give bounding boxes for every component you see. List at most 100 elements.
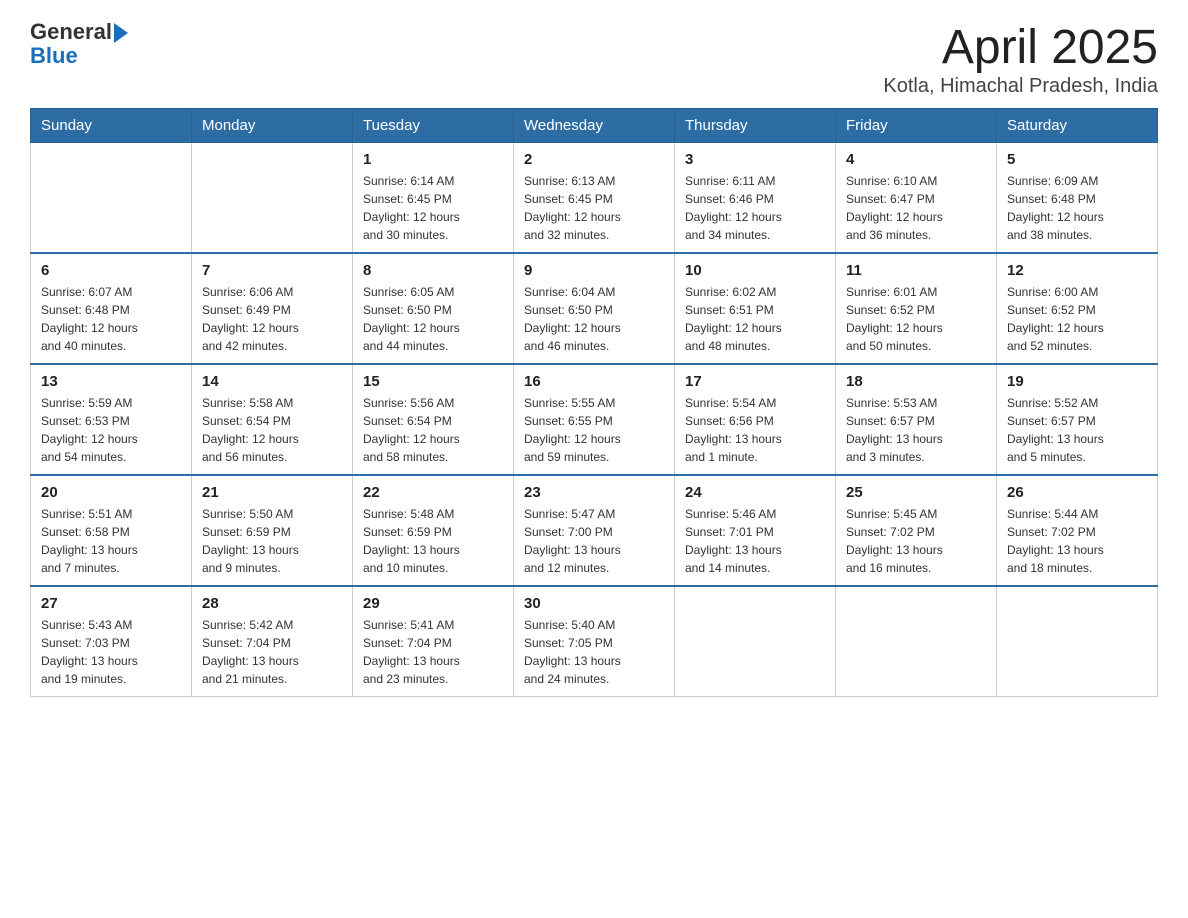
- table-row: 4 Sunrise: 6:10 AMSunset: 6:47 PMDaylight…: [836, 143, 997, 254]
- page-subtitle: Kotla, Himachal Pradesh, India: [883, 75, 1158, 98]
- table-row: [997, 586, 1158, 697]
- table-row: 15 Sunrise: 5:56 AMSunset: 6:54 PMDayligh…: [353, 364, 514, 475]
- table-row: 30Sunrise: 5:40 AMSunset: 7:05 PMDayligh…: [514, 586, 675, 697]
- table-row: [836, 586, 997, 697]
- calendar-week-row: 13 Sunrise: 5:59 AMSunset: 6:53 PMDayligh…: [31, 364, 1158, 475]
- day-number: 6: [41, 262, 181, 279]
- day-number: 18: [846, 373, 986, 390]
- day-number: 15: [363, 373, 503, 390]
- table-row: 12Sunrise: 6:00 AMSunset: 6:52 PMDayligh…: [997, 253, 1158, 364]
- day-number: 14: [202, 373, 342, 390]
- table-row: 8 Sunrise: 6:05 AMSunset: 6:50 PMDaylight…: [353, 253, 514, 364]
- day-number: 9: [524, 262, 664, 279]
- day-number: 28: [202, 595, 342, 612]
- calendar-week-row: 1Sunrise: 6:14 AMSunset: 6:45 PMDaylight…: [31, 143, 1158, 254]
- day-info: Sunrise: 6:13 AMSunset: 6:45 PMDaylight:…: [524, 172, 664, 244]
- day-info: Sunrise: 6:01 AMSunset: 6:52 PMDaylight:…: [846, 283, 986, 355]
- logo-text-blue: Blue: [30, 43, 78, 68]
- table-row: 9 Sunrise: 6:04 AMSunset: 6:50 PMDaylight…: [514, 253, 675, 364]
- day-number: 8: [363, 262, 503, 279]
- day-info: Sunrise: 6:09 AMSunset: 6:48 PMDaylight:…: [1007, 172, 1147, 244]
- day-info: Sunrise: 5:43 AMSunset: 7:03 PMDaylight:…: [41, 616, 181, 688]
- table-row: 7 Sunrise: 6:06 AMSunset: 6:49 PMDaylight…: [192, 253, 353, 364]
- table-row: 29 Sunrise: 5:41 AMSunset: 7:04 PMDayligh…: [353, 586, 514, 697]
- day-number: 27: [41, 595, 181, 612]
- col-saturday: Saturday: [997, 109, 1158, 143]
- day-info: Sunrise: 5:52 AMSunset: 6:57 PMDaylight:…: [1007, 394, 1147, 466]
- day-number: 11: [846, 262, 986, 279]
- day-info: Sunrise: 5:48 AMSunset: 6:59 PMDaylight:…: [363, 505, 503, 577]
- table-row: 28 Sunrise: 5:42 AMSunset: 7:04 PMDayligh…: [192, 586, 353, 697]
- table-row: 11 Sunrise: 6:01 AMSunset: 6:52 PMDayligh…: [836, 253, 997, 364]
- table-row: [192, 143, 353, 254]
- table-row: 13 Sunrise: 5:59 AMSunset: 6:53 PMDayligh…: [31, 364, 192, 475]
- day-number: 13: [41, 373, 181, 390]
- day-info: Sunrise: 5:46 AMSunset: 7:01 PMDaylight:…: [685, 505, 825, 577]
- table-row: 18 Sunrise: 5:53 AMSunset: 6:57 PMDayligh…: [836, 364, 997, 475]
- table-row: [675, 586, 836, 697]
- table-row: 14Sunrise: 5:58 AMSunset: 6:54 PMDayligh…: [192, 364, 353, 475]
- page-title: April 2025: [883, 20, 1158, 75]
- calendar-table: Sunday Monday Tuesday Wednesday Thursday…: [30, 108, 1158, 697]
- day-info: Sunrise: 5:41 AMSunset: 7:04 PMDaylight:…: [363, 616, 503, 688]
- table-row: 10Sunrise: 6:02 AMSunset: 6:51 PMDayligh…: [675, 253, 836, 364]
- col-monday: Monday: [192, 109, 353, 143]
- table-row: 23Sunrise: 5:47 AMSunset: 7:00 PMDayligh…: [514, 475, 675, 586]
- table-row: 26Sunrise: 5:44 AMSunset: 7:02 PMDayligh…: [997, 475, 1158, 586]
- day-number: 17: [685, 373, 825, 390]
- day-number: 3: [685, 151, 825, 168]
- table-row: 16 Sunrise: 5:55 AMSunset: 6:55 PMDayligh…: [514, 364, 675, 475]
- col-wednesday: Wednesday: [514, 109, 675, 143]
- day-info: Sunrise: 6:14 AMSunset: 6:45 PMDaylight:…: [363, 172, 503, 244]
- table-row: 25 Sunrise: 5:45 AMSunset: 7:02 PMDayligh…: [836, 475, 997, 586]
- day-number: 5: [1007, 151, 1147, 168]
- day-number: 20: [41, 484, 181, 501]
- table-row: 3 Sunrise: 6:11 AMSunset: 6:46 PMDaylight…: [675, 143, 836, 254]
- day-number: 19: [1007, 373, 1147, 390]
- day-info: Sunrise: 5:42 AMSunset: 7:04 PMDaylight:…: [202, 616, 342, 688]
- day-number: 12: [1007, 262, 1147, 279]
- day-info: Sunrise: 5:47 AMSunset: 7:00 PMDaylight:…: [524, 505, 664, 577]
- col-sunday: Sunday: [31, 109, 192, 143]
- day-info: Sunrise: 6:04 AMSunset: 6:50 PMDaylight:…: [524, 283, 664, 355]
- day-info: Sunrise: 5:53 AMSunset: 6:57 PMDaylight:…: [846, 394, 986, 466]
- calendar-week-row: 27 Sunrise: 5:43 AMSunset: 7:03 PMDayligh…: [31, 586, 1158, 697]
- day-info: Sunrise: 5:45 AMSunset: 7:02 PMDaylight:…: [846, 505, 986, 577]
- calendar-week-row: 20 Sunrise: 5:51 AMSunset: 6:58 PMDayligh…: [31, 475, 1158, 586]
- col-thursday: Thursday: [675, 109, 836, 143]
- day-number: 24: [685, 484, 825, 501]
- day-number: 2: [524, 151, 664, 168]
- calendar-week-row: 6 Sunrise: 6:07 AMSunset: 6:48 PMDaylight…: [31, 253, 1158, 364]
- day-info: Sunrise: 5:55 AMSunset: 6:55 PMDaylight:…: [524, 394, 664, 466]
- day-info: Sunrise: 5:40 AMSunset: 7:05 PMDaylight:…: [524, 616, 664, 688]
- table-row: 19 Sunrise: 5:52 AMSunset: 6:57 PMDayligh…: [997, 364, 1158, 475]
- table-row: 1Sunrise: 6:14 AMSunset: 6:45 PMDaylight…: [353, 143, 514, 254]
- day-number: 29: [363, 595, 503, 612]
- page-header: General Blue April 2025 Kotla, Himachal …: [30, 20, 1158, 98]
- day-number: 10: [685, 262, 825, 279]
- day-number: 16: [524, 373, 664, 390]
- day-info: Sunrise: 6:11 AMSunset: 6:46 PMDaylight:…: [685, 172, 825, 244]
- day-number: 7: [202, 262, 342, 279]
- day-number: 25: [846, 484, 986, 501]
- col-friday: Friday: [836, 109, 997, 143]
- day-info: Sunrise: 5:56 AMSunset: 6:54 PMDaylight:…: [363, 394, 503, 466]
- day-info: Sunrise: 5:50 AMSunset: 6:59 PMDaylight:…: [202, 505, 342, 577]
- day-info: Sunrise: 5:51 AMSunset: 6:58 PMDaylight:…: [41, 505, 181, 577]
- day-info: Sunrise: 5:54 AMSunset: 6:56 PMDaylight:…: [685, 394, 825, 466]
- table-row: 20 Sunrise: 5:51 AMSunset: 6:58 PMDayligh…: [31, 475, 192, 586]
- day-info: Sunrise: 5:59 AMSunset: 6:53 PMDaylight:…: [41, 394, 181, 466]
- table-row: 27 Sunrise: 5:43 AMSunset: 7:03 PMDayligh…: [31, 586, 192, 697]
- day-number: 26: [1007, 484, 1147, 501]
- title-section: April 2025 Kotla, Himachal Pradesh, Indi…: [883, 20, 1158, 98]
- table-row: 17 Sunrise: 5:54 AMSunset: 6:56 PMDayligh…: [675, 364, 836, 475]
- table-row: 2 Sunrise: 6:13 AMSunset: 6:45 PMDaylight…: [514, 143, 675, 254]
- logo: General Blue: [30, 20, 128, 68]
- day-info: Sunrise: 6:07 AMSunset: 6:48 PMDaylight:…: [41, 283, 181, 355]
- day-info: Sunrise: 6:06 AMSunset: 6:49 PMDaylight:…: [202, 283, 342, 355]
- table-row: 21Sunrise: 5:50 AMSunset: 6:59 PMDayligh…: [192, 475, 353, 586]
- day-number: 4: [846, 151, 986, 168]
- day-info: Sunrise: 6:10 AMSunset: 6:47 PMDaylight:…: [846, 172, 986, 244]
- day-info: Sunrise: 6:05 AMSunset: 6:50 PMDaylight:…: [363, 283, 503, 355]
- table-row: 6 Sunrise: 6:07 AMSunset: 6:48 PMDaylight…: [31, 253, 192, 364]
